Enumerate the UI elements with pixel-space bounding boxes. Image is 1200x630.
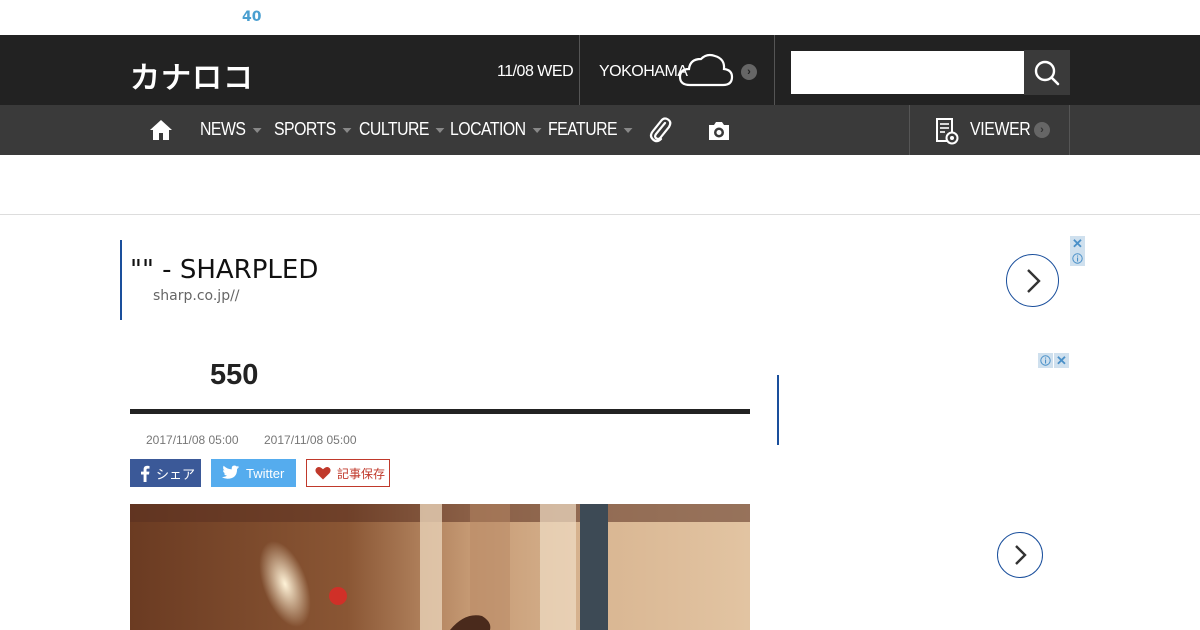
nav-item-news[interactable]: NEWS — [200, 119, 262, 140]
search-button[interactable] — [1024, 50, 1070, 95]
article-headline: 550 — [210, 359, 259, 391]
ad-url[interactable]: sharp.co.jp// — [153, 288, 240, 304]
chevron-right-icon — [1026, 268, 1041, 293]
nav-item-feature[interactable]: FEATURE — [548, 119, 633, 140]
headline-rule — [130, 409, 750, 414]
nav-item-label: SPORTS — [274, 119, 336, 139]
viewer-label: VIEWER — [970, 119, 1031, 139]
ad-accent-rule — [777, 375, 779, 445]
nav-item-sports[interactable]: SPORTS — [274, 119, 352, 140]
chevron-right-icon — [1015, 545, 1027, 565]
nav-item-label: FEATURE — [548, 119, 618, 139]
chevron-down-icon — [252, 127, 262, 133]
chevron-down-icon — [435, 127, 445, 133]
ad-close-icon[interactable]: ✕ — [1070, 236, 1085, 251]
chevron-down-icon — [624, 127, 633, 133]
header-divider — [774, 35, 775, 105]
chevron-down-icon — [532, 127, 542, 133]
ad-info-icon[interactable] — [1070, 251, 1085, 266]
heart-icon — [315, 467, 331, 480]
facebook-share-button[interactable]: シェア — [130, 459, 201, 487]
twitter-icon — [221, 465, 240, 479]
nav-item-label: LOCATION — [450, 119, 526, 139]
twitter-share-label: Twitter — [246, 465, 285, 481]
camera-icon[interactable] — [707, 120, 731, 146]
nav-item-culture[interactable]: CULTURE — [359, 119, 445, 140]
nav-item-location[interactable]: LOCATION — [450, 119, 542, 140]
content-divider — [0, 214, 1200, 215]
search-icon — [1034, 60, 1060, 85]
viewer-icon — [936, 118, 959, 145]
facebook-share-label: シェア — [156, 466, 196, 482]
header-date: 11/08 WED — [497, 63, 574, 80]
viewer-more-icon: › — [1034, 122, 1050, 138]
ad-banner[interactable]: "" - SHARPLED sharp.co.jp// — [120, 240, 1085, 320]
facebook-icon — [141, 465, 150, 482]
weather-more-icon[interactable]: › — [741, 64, 757, 80]
search-input[interactable] — [791, 51, 1024, 94]
ad-next-button[interactable] — [1006, 254, 1059, 307]
save-article-label: 記事保存 — [337, 466, 386, 481]
nav-item-label: NEWS — [200, 119, 246, 139]
site-header: カナロコ 11/08 WED YOKOHAMA › — [0, 35, 1200, 105]
site-logo[interactable]: カナロコ — [130, 53, 254, 97]
home-icon[interactable] — [149, 118, 173, 147]
paperclip-icon[interactable] — [648, 117, 672, 148]
cloud-icon — [678, 51, 734, 94]
nav-item-label: CULTURE — [359, 119, 429, 139]
weather-city[interactable]: YOKOHAMA — [599, 63, 688, 81]
save-article-button[interactable]: 記事保存 — [306, 459, 390, 487]
article-photo — [130, 504, 750, 630]
viewer-button[interactable]: VIEWER › — [909, 105, 1070, 155]
ad-title[interactable]: "" - SHARPLED — [130, 255, 318, 285]
ad-next-button[interactable] — [997, 532, 1043, 578]
twitter-share-button[interactable]: Twitter — [211, 459, 296, 487]
updated-date: 2017/11/08 05:00 — [264, 433, 357, 447]
ad-info-icon[interactable] — [1038, 353, 1053, 368]
published-date: 2017/11/08 05:00 — [146, 433, 239, 447]
top-strip: 40 — [0, 0, 1200, 35]
ad-close-icon[interactable]: ✕ — [1054, 353, 1069, 368]
main-nav: NEWS SPORTS CULTURE LOCATION FEATURE VIE… — [0, 105, 1200, 155]
top-count: 40 — [242, 9, 262, 25]
header-divider — [579, 35, 580, 105]
chevron-down-icon — [342, 127, 352, 133]
